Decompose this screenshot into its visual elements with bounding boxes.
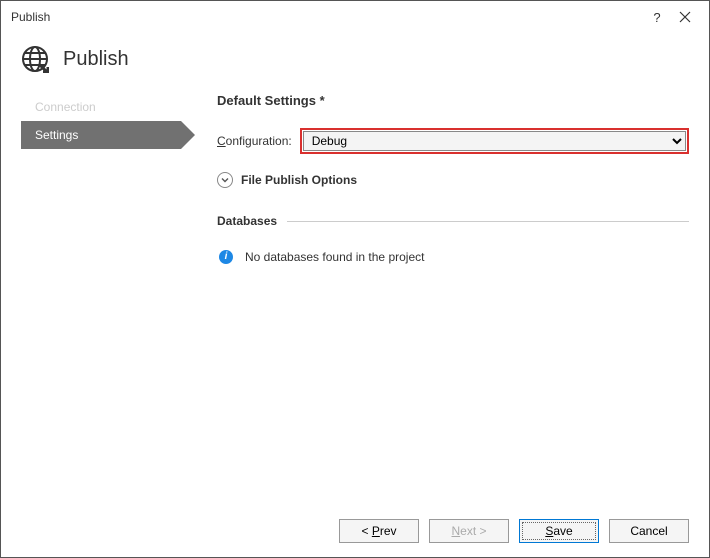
dialog-footer: < Prev Next > Save Cancel bbox=[1, 505, 709, 557]
dialog-header: Publish bbox=[1, 33, 709, 93]
databases-message-text: No databases found in the project bbox=[245, 250, 424, 264]
file-publish-options-toggle[interactable]: File Publish Options bbox=[217, 172, 689, 188]
info-icon: i bbox=[219, 250, 233, 264]
dialog-content: Connection Settings Default Settings * C… bbox=[1, 93, 709, 505]
configuration-label: Configuration: bbox=[217, 134, 292, 148]
window-title: Publish bbox=[11, 10, 643, 24]
databases-message: i No databases found in the project bbox=[217, 250, 689, 264]
cancel-button[interactable]: Cancel bbox=[609, 519, 689, 543]
configuration-row: Configuration: Debug bbox=[217, 128, 689, 154]
close-icon bbox=[679, 11, 691, 23]
save-button[interactable]: Save bbox=[519, 519, 599, 543]
configuration-highlight: Debug bbox=[300, 128, 689, 154]
sidebar-item-connection: Connection bbox=[21, 93, 181, 121]
next-button: Next > bbox=[429, 519, 509, 543]
chevron-down-icon bbox=[217, 172, 233, 188]
help-button[interactable]: ? bbox=[643, 10, 671, 25]
titlebar: Publish ? bbox=[1, 1, 709, 33]
divider bbox=[287, 221, 689, 222]
databases-header: Databases bbox=[217, 214, 689, 228]
configuration-select[interactable]: Debug bbox=[303, 131, 686, 151]
sidebar: Connection Settings bbox=[21, 93, 181, 505]
close-button[interactable] bbox=[671, 11, 699, 23]
sidebar-item-label: Connection bbox=[35, 100, 96, 114]
prev-button[interactable]: < Prev bbox=[339, 519, 419, 543]
file-publish-options-label: File Publish Options bbox=[241, 173, 357, 187]
sidebar-item-label: Settings bbox=[35, 128, 78, 142]
publish-icon bbox=[21, 45, 49, 73]
main-panel: Default Settings * Configuration: Debug … bbox=[181, 93, 689, 505]
section-title: Default Settings * bbox=[217, 93, 689, 108]
sidebar-item-settings[interactable]: Settings bbox=[21, 121, 181, 149]
databases-title: Databases bbox=[217, 214, 277, 228]
page-title: Publish bbox=[63, 48, 129, 71]
